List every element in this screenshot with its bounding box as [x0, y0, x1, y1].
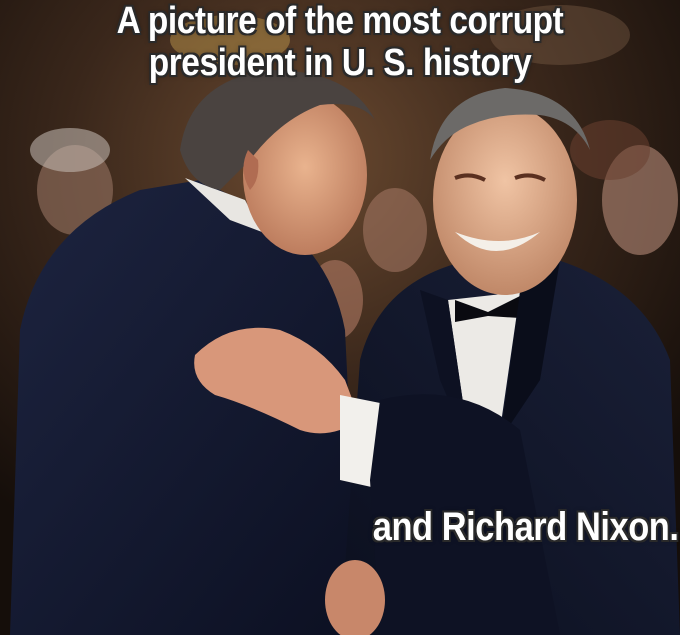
right-man-face — [433, 105, 577, 295]
caption-bottom: and Richard Nixon. — [372, 505, 678, 549]
caption-top-line1: A picture of the most corrupt — [116, 0, 564, 42]
caption-top: A picture of the most corrupt president … — [41, 0, 639, 84]
crowd-face — [570, 120, 650, 180]
caption-top-line2: president in U. S. history — [148, 42, 532, 84]
crowd-face — [363, 188, 427, 272]
meme-image: A picture of the most corrupt president … — [0, 0, 680, 635]
crowd-face — [30, 128, 110, 172]
